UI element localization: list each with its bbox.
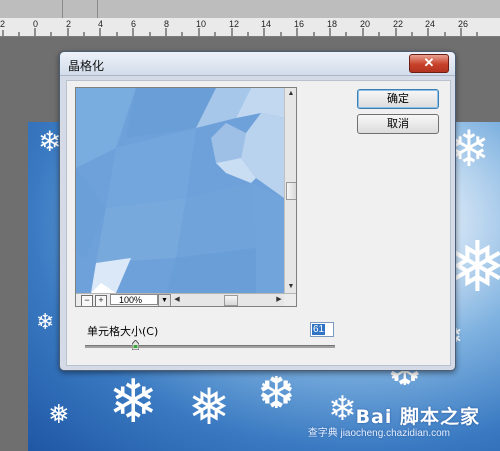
dialog-body: ▲ ▼ − + 100% ▼ ◀ ▶ 确定 取消 单元格大小(C) 61 [66, 80, 451, 366]
toolbar-divider [97, 0, 98, 18]
horizontal-scroll-thumb[interactable] [224, 295, 238, 306]
top-toolbar [0, 0, 500, 19]
ruler-label: 8 [164, 19, 170, 29]
ruler-label: 10 [196, 19, 207, 29]
vertical-scroll-thumb[interactable] [286, 182, 296, 200]
crystallize-dialog: 晶格化 ✕ ▲ ▼ − + 100% ▼ ◀ ▶ 确定 取消 单元格大小(C) … [59, 51, 456, 371]
ruler-label: 16 [294, 19, 305, 29]
preview-horizontal-scrollbar[interactable]: ◀ ▶ [172, 294, 284, 306]
ruler-label: 2 [0, 19, 6, 29]
watermark-url: 查字典 jiaocheng.chazidian.com [307, 428, 450, 439]
ok-button[interactable]: 确定 [357, 89, 439, 109]
snowflake-icon: ❄ [108, 367, 159, 437]
snowflake-icon: ❅ [48, 400, 70, 430]
ruler-label: 20 [360, 19, 371, 29]
ruler-label: 14 [261, 19, 272, 29]
scroll-left-icon[interactable]: ◀ [172, 294, 182, 306]
cell-size-value: 61 [312, 324, 326, 335]
ruler-label: 22 [393, 19, 404, 29]
close-button[interactable]: ✕ [409, 54, 449, 73]
ruler-label: 0 [33, 19, 39, 29]
ruler-label: 12 [229, 19, 240, 29]
snowflake-icon: ❅ [188, 378, 230, 436]
snowflake-icon: ❄ [328, 389, 357, 429]
zoom-in-icon: + [98, 295, 104, 305]
ruler-label: 2 [66, 19, 72, 29]
zoom-out-button[interactable]: − [81, 295, 93, 306]
snowflake-icon: ❄ [38, 125, 62, 158]
snowflake-icon: ❆ [258, 368, 295, 419]
zoom-in-button[interactable]: + [95, 295, 107, 306]
ruler-label: 18 [327, 19, 338, 29]
cell-size-slider[interactable] [85, 345, 335, 348]
ruler-label: 24 [425, 19, 436, 29]
close-icon: ✕ [423, 55, 435, 70]
cell-size-input[interactable]: 61 [310, 322, 334, 337]
slider-thumb-icon[interactable] [132, 340, 139, 350]
filter-preview: ▲ ▼ − + 100% ▼ ◀ ▶ [75, 87, 297, 307]
toolbar-divider [62, 0, 63, 18]
preview-controls: − + 100% ▼ ◀ ▶ [76, 293, 296, 306]
cell-size-label: 单元格大小(C) [87, 325, 159, 338]
preview-image[interactable] [76, 88, 284, 293]
zoom-level-field[interactable]: 100% [110, 294, 158, 305]
scroll-down-icon[interactable]: ▼ [285, 281, 296, 293]
horizontal-ruler: 2 0 2 4 6 8 10 12 14 16 18 20 22 24 26 [0, 18, 500, 37]
ruler-label: 6 [131, 19, 137, 29]
preview-vertical-scrollbar[interactable]: ▲ ▼ [284, 88, 296, 293]
crystallized-preview-graphic [76, 88, 284, 293]
scroll-right-icon[interactable]: ▶ [274, 294, 284, 306]
dialog-title: 晶格化 [68, 59, 105, 73]
cancel-button[interactable]: 取消 [357, 114, 439, 134]
dialog-titlebar[interactable]: 晶格化 ✕ [60, 52, 455, 76]
ruler-label: 26 [458, 19, 469, 29]
snowflake-icon: ❄ [36, 310, 55, 335]
scroll-up-icon[interactable]: ▲ [285, 88, 296, 100]
zoom-dropdown-button[interactable]: ▼ [158, 294, 171, 306]
zoom-out-icon: − [84, 295, 90, 305]
ruler-label: 4 [98, 19, 104, 29]
dropdown-arrow-icon: ▼ [161, 297, 168, 304]
